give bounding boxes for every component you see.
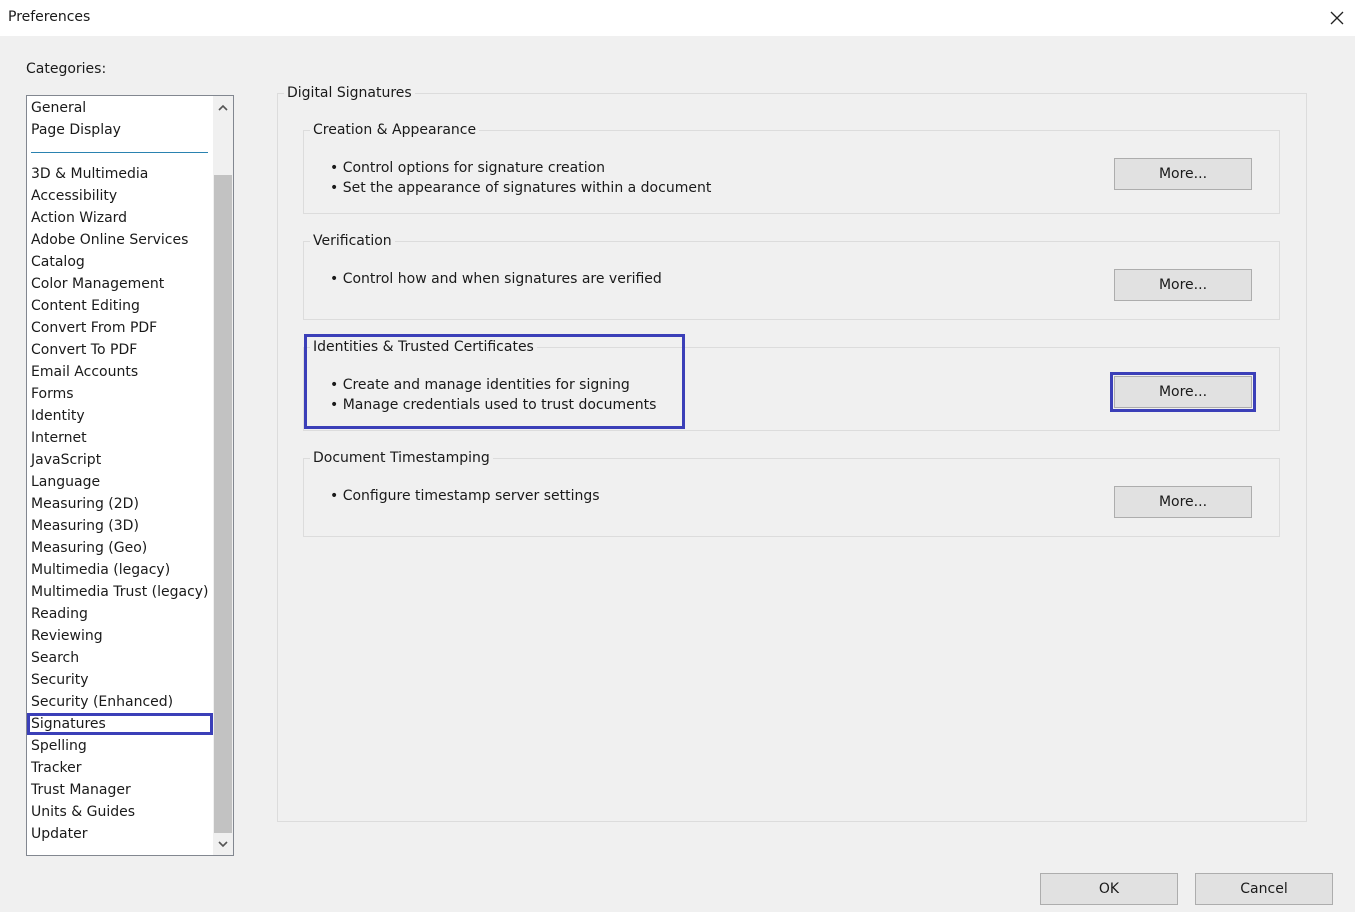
section-bullet: • Manage credentials used to trust docum… [330, 397, 657, 413]
category-item-multimedia-legacy[interactable]: Multimedia (legacy) [27, 559, 213, 581]
section-bullet: • Configure timestamp server settings [330, 488, 600, 504]
category-item-spelling[interactable]: Spelling [27, 735, 213, 757]
section-title: Document Timestamping [310, 448, 493, 468]
category-separator [27, 141, 213, 163]
chevron-down-icon [218, 840, 228, 847]
identities-more-button[interactable]: More... [1110, 372, 1256, 412]
creation-appearance-more-button[interactable]: More... [1114, 158, 1252, 190]
digital-signatures-title: Digital Signatures [284, 83, 415, 103]
category-item-color-management[interactable]: Color Management [27, 273, 213, 295]
verification-more-button[interactable]: More... [1114, 269, 1252, 301]
category-item-convert-to-pdf[interactable]: Convert To PDF [27, 339, 213, 361]
category-item-general[interactable]: General [27, 97, 213, 119]
category-item-tracker[interactable]: Tracker [27, 757, 213, 779]
chevron-up-icon [218, 104, 228, 111]
category-item-units-guides[interactable]: Units & Guides [27, 801, 213, 823]
categories-scrollbar[interactable] [213, 96, 233, 855]
category-item-measuring-3d[interactable]: Measuring (3D) [27, 515, 213, 537]
scroll-up-button[interactable] [213, 96, 233, 118]
close-icon [1330, 11, 1344, 25]
category-item-security[interactable]: Security [27, 669, 213, 691]
window-title: Preferences [8, 9, 91, 25]
section-bullet: • Control how and when signatures are ve… [330, 271, 662, 287]
category-item-3d-multimedia[interactable]: 3D & Multimedia [27, 163, 213, 185]
category-item-multimedia-trust-legacy[interactable]: Multimedia Trust (legacy) [27, 581, 213, 603]
category-item-identity[interactable]: Identity [27, 405, 213, 427]
category-item-catalog[interactable]: Catalog [27, 251, 213, 273]
categories-list[interactable]: General Page Display 3D & Multimedia Access… [26, 95, 234, 856]
category-item-internet[interactable]: Internet [27, 427, 213, 449]
category-item-content-editing[interactable]: Content Editing [27, 295, 213, 317]
category-item-language[interactable]: Language [27, 471, 213, 493]
category-item-search[interactable]: Search [27, 647, 213, 669]
section-title: Creation & Appearance [310, 120, 480, 140]
category-item-trust-manager[interactable]: Trust Manager [27, 779, 213, 801]
timestamping-more-button[interactable]: More... [1114, 486, 1252, 518]
category-item-javascript[interactable]: JavaScript [27, 449, 213, 471]
cancel-button[interactable]: Cancel [1195, 873, 1333, 905]
section-identities-certificates: Identities & Trusted Certificates • Crea… [303, 337, 1280, 431]
category-item-measuring-geo[interactable]: Measuring (Geo) [27, 537, 213, 559]
section-bullet: • Control options for signature creation [330, 160, 606, 176]
scroll-down-button[interactable] [213, 833, 233, 855]
categories-items: General Page Display 3D & Multimedia Access… [27, 97, 213, 845]
section-creation-appearance: Creation & Appearance • Control options … [303, 120, 1280, 214]
section-verification: Verification • Control how and when sign… [303, 231, 1280, 320]
scrollbar-thumb[interactable] [214, 175, 232, 833]
ok-button[interactable]: OK [1040, 873, 1178, 905]
category-item-forms[interactable]: Forms [27, 383, 213, 405]
category-item-action-wizard[interactable]: Action Wizard [27, 207, 213, 229]
category-item-convert-from-pdf[interactable]: Convert From PDF [27, 317, 213, 339]
category-item-reading[interactable]: Reading [27, 603, 213, 625]
section-title: Identities & Trusted Certificates [310, 337, 537, 357]
category-item-email-accounts[interactable]: Email Accounts [27, 361, 213, 383]
category-item-adobe-online-services[interactable]: Adobe Online Services [27, 229, 213, 251]
category-item-updater[interactable]: Updater [27, 823, 213, 845]
category-item-security-enhanced[interactable]: Security (Enhanced) [27, 691, 213, 713]
category-item-reviewing[interactable]: Reviewing [27, 625, 213, 647]
category-item-accessibility[interactable]: Accessibility [27, 185, 213, 207]
close-button[interactable] [1319, 0, 1355, 36]
section-document-timestamping: Document Timestamping • Configure timest… [303, 448, 1280, 537]
title-bar: Preferences [0, 0, 1355, 36]
section-bullet: • Create and manage identities for signi… [330, 377, 630, 393]
section-title: Verification [310, 231, 395, 251]
section-bullet: • Set the appearance of signatures withi… [330, 180, 712, 196]
category-item-page-display[interactable]: Page Display [27, 119, 213, 141]
category-item-signatures[interactable]: Signatures [27, 713, 213, 735]
categories-label: Categories: [26, 61, 107, 77]
category-item-measuring-2d[interactable]: Measuring (2D) [27, 493, 213, 515]
